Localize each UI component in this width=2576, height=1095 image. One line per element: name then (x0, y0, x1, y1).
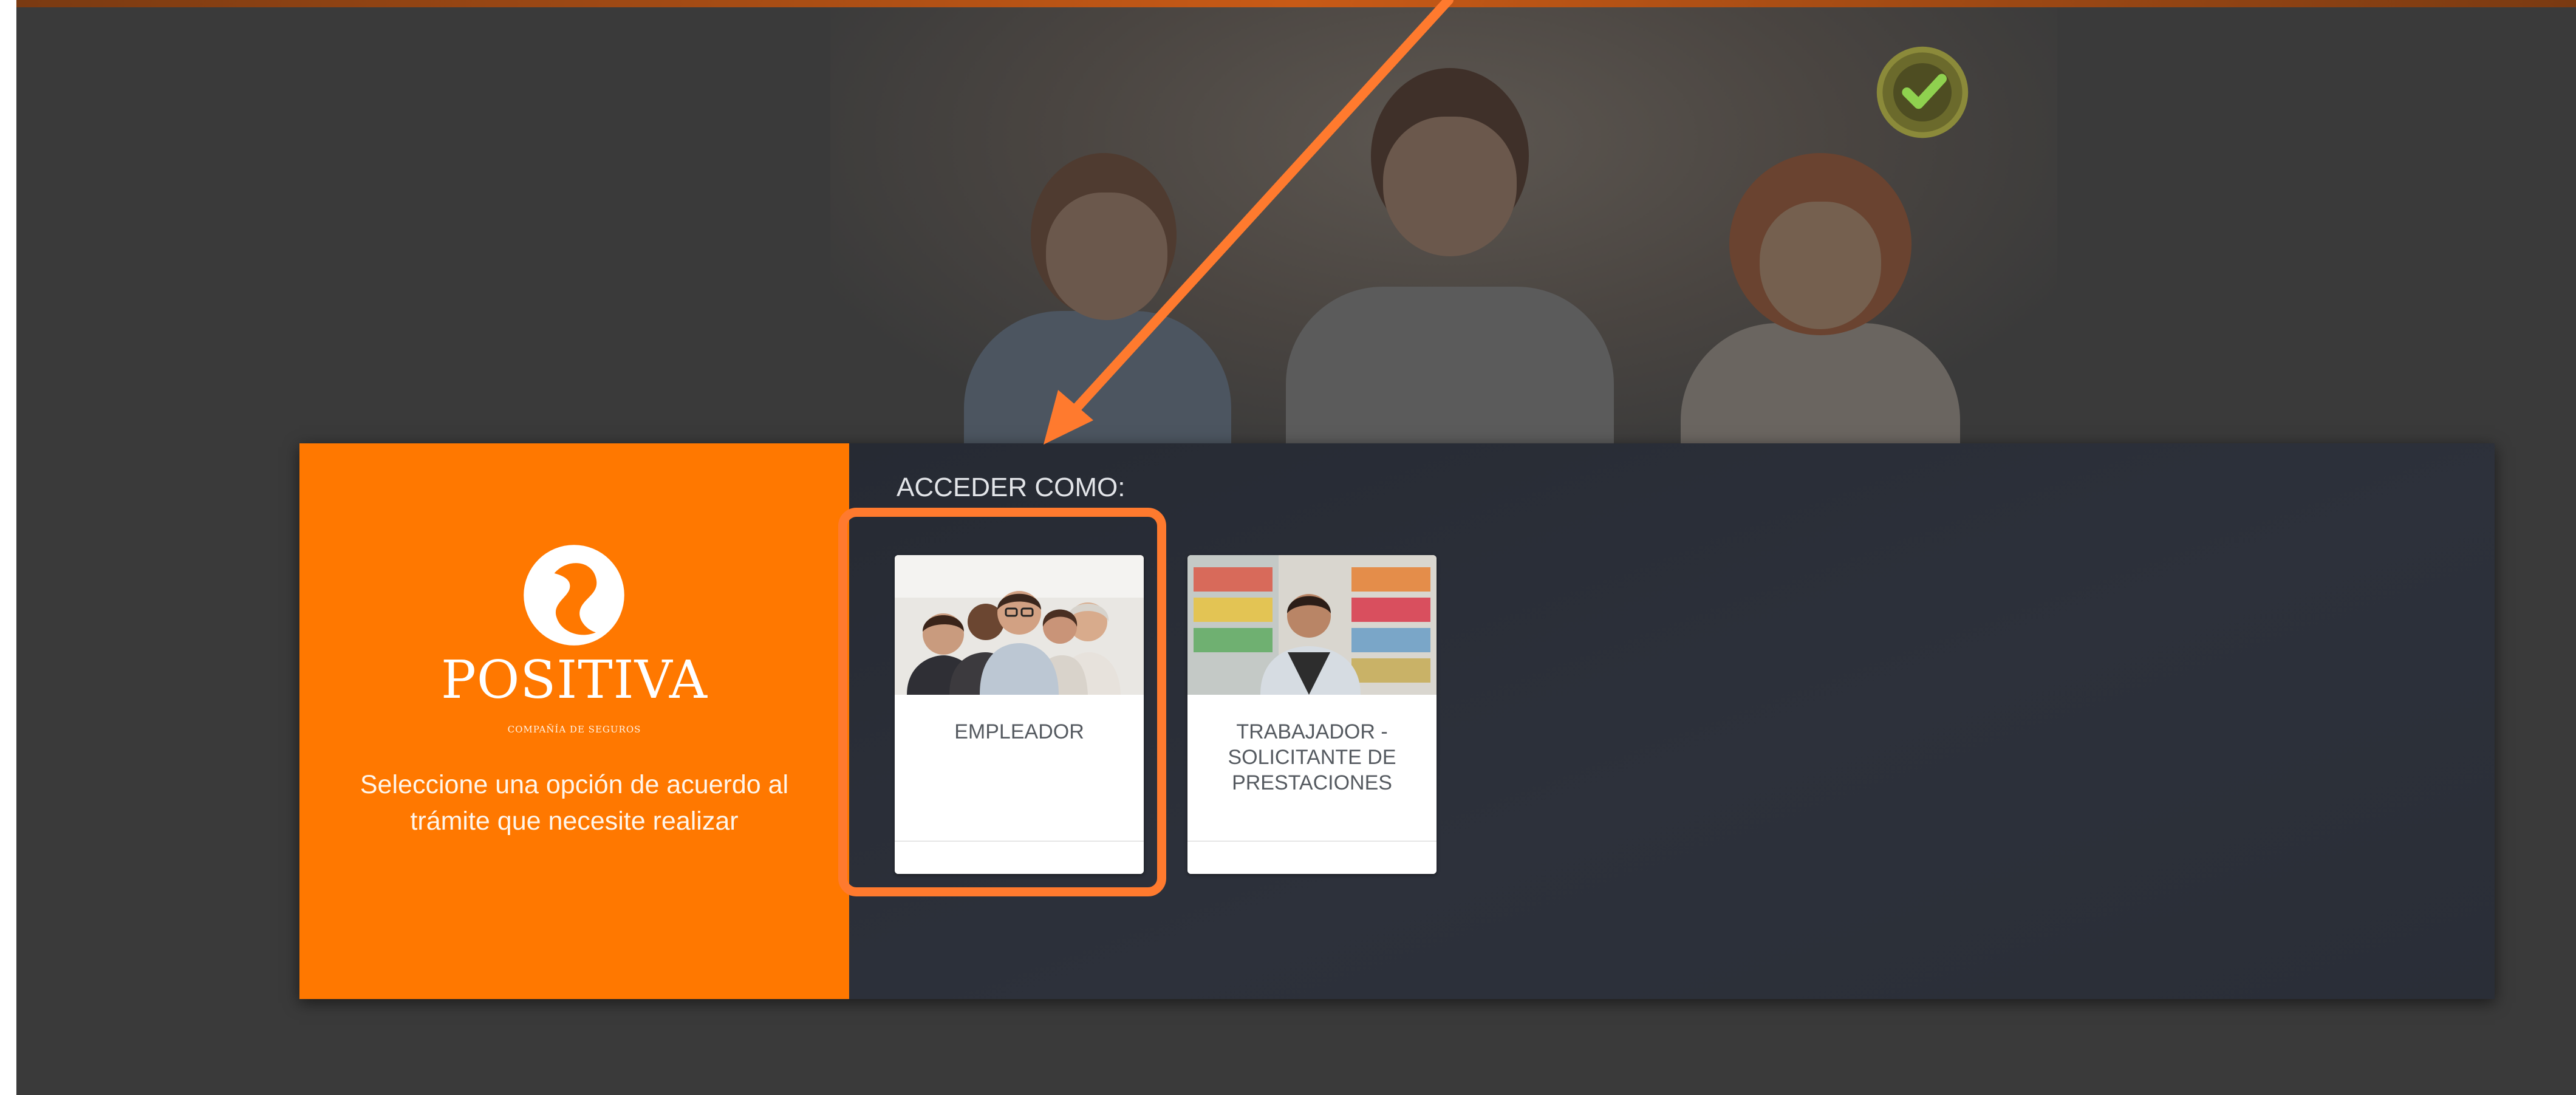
brand-name: POSITIVA (441, 650, 708, 711)
card-footer (1187, 841, 1437, 874)
brand-panel: POSITIVA COMPAÑÍA DE SEGUROS Seleccione … (299, 443, 849, 999)
card-label-trabajador: TRABAJADOR - SOLICITANTE DE PRESTACIONES (1228, 720, 1396, 794)
highlight-box-annotation (838, 508, 1166, 896)
hero-person-center (1268, 56, 1632, 445)
hero-person-left (940, 141, 1256, 445)
login-screen: POSITIVA COMPAÑÍA DE SEGUROS Seleccione … (16, 0, 2576, 1095)
card-trabajador[interactable]: TRABAJADOR - SOLICITANTE DE PRESTACIONES (1187, 555, 1437, 874)
certification-seal-icon (1876, 46, 1969, 138)
brand-subtitle: COMPAÑÍA DE SEGUROS (507, 724, 641, 735)
access-title: ACCEDER COMO: (897, 472, 1126, 502)
hero-background-photo (830, 7, 2057, 445)
top-bar (16, 0, 2576, 7)
card-image-worker (1187, 555, 1437, 695)
positiva-logo-icon (524, 545, 624, 646)
hero-person-right (1662, 147, 1978, 445)
login-panel: POSITIVA COMPAÑÍA DE SEGUROS Seleccione … (299, 443, 2495, 999)
instruction-text: Seleccione una opción de acuerdo al trám… (360, 770, 789, 836)
